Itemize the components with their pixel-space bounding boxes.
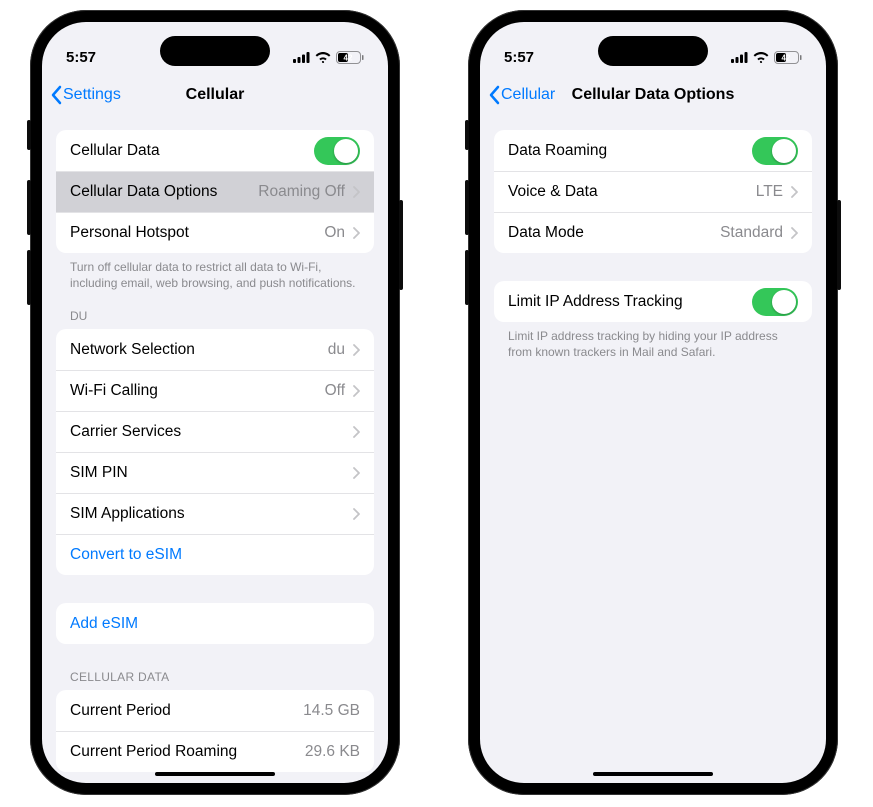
chevron-right-icon <box>353 508 360 520</box>
back-label: Cellular <box>501 86 555 104</box>
group-limit-ip: Limit IP Address Tracking <box>494 281 812 322</box>
chevron-right-icon <box>353 385 360 397</box>
svg-text:42: 42 <box>344 53 353 62</box>
nav-bar: Settings Cellular <box>42 74 388 116</box>
value: Roaming Off <box>258 183 345 201</box>
wifi-icon <box>753 52 769 63</box>
label: Cellular Data Options <box>70 183 217 201</box>
row-sim-pin[interactable]: SIM PIN <box>56 452 374 493</box>
row-convert-to-esim[interactable]: Convert to eSIM <box>56 534 374 575</box>
row-carrier-services[interactable]: Carrier Services <box>56 411 374 452</box>
chevron-right-icon <box>353 344 360 356</box>
group-usage: Current Period 14.5 GB Current Period Ro… <box>56 690 374 772</box>
toggle-cellular-data[interactable] <box>314 137 360 165</box>
label: Limit IP Address Tracking <box>508 293 683 311</box>
label: Wi-Fi Calling <box>70 382 158 400</box>
value: Off <box>325 382 345 400</box>
label: Current Period <box>70 702 171 720</box>
chevron-right-icon <box>353 467 360 479</box>
group-data-options: Data Roaming Voice & Data LTE Data Mode … <box>494 130 812 253</box>
row-network-selection[interactable]: Network Selection du <box>56 329 374 370</box>
signal-icon <box>293 52 310 63</box>
row-limit-ip-tracking[interactable]: Limit IP Address Tracking <box>494 281 812 322</box>
status-time: 5:57 <box>504 49 534 66</box>
row-voice-and-data[interactable]: Voice & Data LTE <box>494 171 812 212</box>
label: Cellular Data <box>70 142 160 160</box>
value: 14.5 GB <box>303 702 360 720</box>
status-time: 5:57 <box>66 49 96 66</box>
chevron-right-icon <box>353 227 360 239</box>
phone-right: 5:57 42 Cellular Cellular Data Options D… <box>468 10 838 795</box>
label: Data Roaming <box>508 142 607 160</box>
back-button[interactable]: Cellular <box>488 85 555 105</box>
row-wifi-calling[interactable]: Wi-Fi Calling Off <box>56 370 374 411</box>
footer-limit-ip: Limit IP address tracking by hiding your… <box>494 322 812 360</box>
row-current-period-roaming[interactable]: Current Period Roaming 29.6 KB <box>56 731 374 772</box>
nav-title: Cellular Data Options <box>572 86 735 104</box>
nav-bar: Cellular Cellular Data Options <box>480 74 826 116</box>
wifi-icon <box>315 52 331 63</box>
row-sim-applications[interactable]: SIM Applications <box>56 493 374 534</box>
chevron-right-icon <box>791 227 798 239</box>
toggle-limit-ip[interactable] <box>752 288 798 316</box>
value: du <box>328 341 345 359</box>
phone-left: 5:57 42 Settings Cellular Cellular Data <box>30 10 400 795</box>
row-cellular-data-options[interactable]: Cellular Data Options Roaming Off <box>56 171 374 212</box>
header-du: DU <box>56 291 374 327</box>
home-indicator[interactable] <box>593 772 713 777</box>
label: Personal Hotspot <box>70 224 189 242</box>
chevron-right-icon <box>353 426 360 438</box>
row-cellular-data[interactable]: Cellular Data <box>56 130 374 171</box>
value: 29.6 KB <box>305 743 360 761</box>
label: Carrier Services <box>70 423 181 441</box>
label: SIM Applications <box>70 505 185 523</box>
battery-icon: 42 <box>336 51 364 64</box>
chevron-left-icon <box>50 85 62 105</box>
group-cellular-main: Cellular Data Cellular Data Options Roam… <box>56 130 374 253</box>
row-add-esim[interactable]: Add eSIM <box>56 603 374 644</box>
label: SIM PIN <box>70 464 128 482</box>
row-current-period[interactable]: Current Period 14.5 GB <box>56 690 374 731</box>
battery-icon: 42 <box>774 51 802 64</box>
label: Voice & Data <box>508 183 598 201</box>
group-add-esim: Add eSIM <box>56 603 374 644</box>
home-indicator[interactable] <box>155 772 275 777</box>
row-data-roaming[interactable]: Data Roaming <box>494 130 812 171</box>
chevron-right-icon <box>353 186 360 198</box>
signal-icon <box>731 52 748 63</box>
value: Standard <box>720 224 783 242</box>
value: On <box>324 224 345 242</box>
toggle-data-roaming[interactable] <box>752 137 798 165</box>
chevron-left-icon <box>488 85 500 105</box>
row-data-mode[interactable]: Data Mode Standard <box>494 212 812 253</box>
chevron-right-icon <box>791 186 798 198</box>
label: Data Mode <box>508 224 584 242</box>
label: Convert to eSIM <box>70 546 182 564</box>
label: Add eSIM <box>70 615 138 633</box>
label: Current Period Roaming <box>70 743 237 761</box>
back-button[interactable]: Settings <box>50 85 121 105</box>
label: Network Selection <box>70 341 195 359</box>
value: LTE <box>756 183 783 201</box>
group-carrier: Network Selection du Wi-Fi Calling Off C… <box>56 329 374 575</box>
back-label: Settings <box>63 86 121 104</box>
footer-cellular-data: Turn off cellular data to restrict all d… <box>56 253 374 291</box>
header-cellular-data: CELLULAR DATA <box>56 644 374 688</box>
row-personal-hotspot[interactable]: Personal Hotspot On <box>56 212 374 253</box>
svg-text:42: 42 <box>782 53 791 62</box>
nav-title: Cellular <box>186 86 245 104</box>
